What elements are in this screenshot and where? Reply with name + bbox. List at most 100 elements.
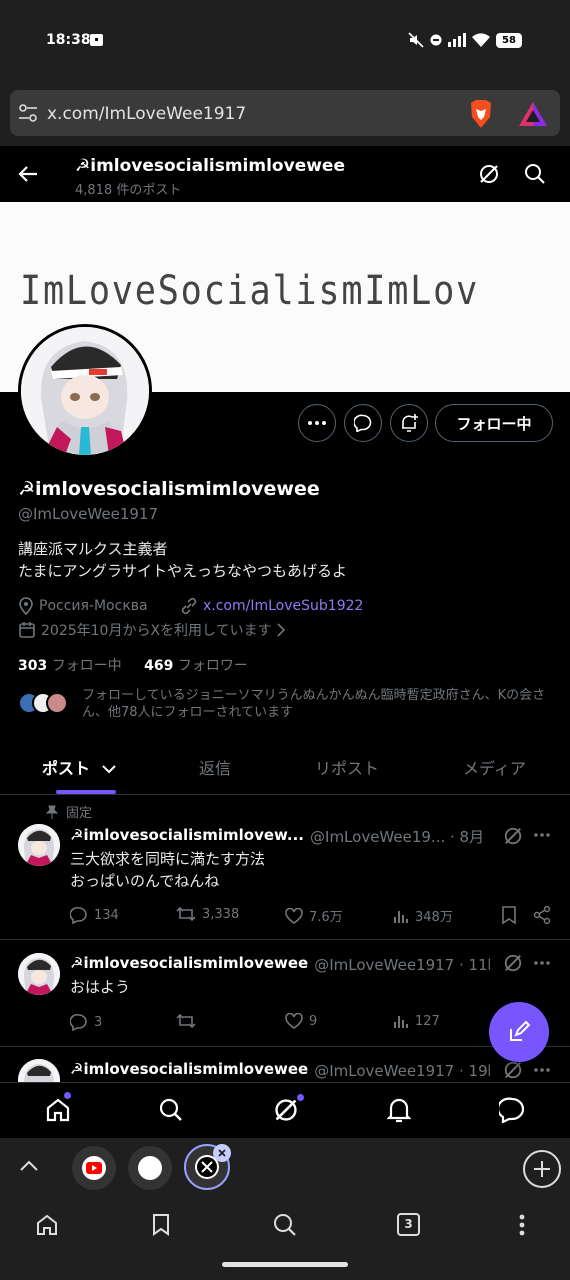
followers-link[interactable]: 469 フォロワー bbox=[144, 658, 248, 674]
back-arrow-icon[interactable] bbox=[18, 165, 38, 183]
following-button[interactable]: フォロー中 bbox=[435, 404, 553, 442]
messages-icon[interactable] bbox=[499, 1097, 525, 1123]
battery-icon: 58 bbox=[496, 32, 522, 48]
grok-icon[interactable] bbox=[503, 826, 523, 846]
grok-badge bbox=[297, 1094, 304, 1101]
calendar-icon bbox=[19, 622, 35, 638]
status-time: 18:38 bbox=[46, 32, 91, 48]
post-meta[interactable]: @ImLoveWee1917 · 19時間 bbox=[314, 1060, 490, 1081]
followed-by-avatars[interactable] bbox=[18, 692, 74, 716]
post-avatar[interactable] bbox=[18, 824, 60, 866]
profile-avatar[interactable] bbox=[18, 324, 152, 458]
followers-count: 469 bbox=[144, 658, 174, 674]
profile-joined[interactable]: 2025年10月からXを利用しています bbox=[18, 620, 285, 640]
like-button[interactable]: 9 bbox=[285, 1013, 317, 1029]
more-dots-icon[interactable] bbox=[534, 1068, 550, 1072]
followed-by-text[interactable]: フォローしているジョニーソマリうんぬんかんぬん臨時暫定政府さん、Kの会さん、他7… bbox=[82, 687, 552, 721]
bell-icon[interactable] bbox=[387, 1097, 411, 1123]
more-options-button[interactable] bbox=[298, 404, 336, 442]
menu-dots-icon[interactable] bbox=[519, 1214, 525, 1236]
compose-icon bbox=[510, 1021, 530, 1041]
tab-posts[interactable]: ポスト bbox=[42, 755, 116, 779]
pinned-indicator: 固定 bbox=[46, 802, 92, 821]
link-icon bbox=[181, 597, 197, 615]
heart-icon bbox=[285, 907, 303, 924]
tab-switcher-button[interactable]: 3 bbox=[397, 1213, 420, 1236]
chat-bubble-icon bbox=[354, 414, 372, 432]
post-meta[interactable]: @ImLoveWee19... · 8月23日 bbox=[310, 826, 485, 847]
tab-replies[interactable]: 返信 bbox=[199, 755, 231, 779]
chevron-up-icon[interactable] bbox=[20, 1159, 38, 1171]
status-icons: 58 bbox=[408, 31, 522, 49]
url-text[interactable]: x.com/ImLoveWee1917 bbox=[47, 104, 246, 124]
wifi-icon bbox=[472, 33, 490, 47]
views-button[interactable]: 348万 bbox=[393, 906, 453, 925]
site-settings-icon[interactable] bbox=[18, 104, 38, 122]
bookmark-icon[interactable] bbox=[501, 906, 517, 924]
brave-shields-icon[interactable] bbox=[467, 99, 495, 129]
notifications-subscribe-button[interactable] bbox=[390, 404, 428, 442]
reply-icon bbox=[70, 906, 87, 924]
grok-icon[interactable] bbox=[503, 1060, 523, 1080]
grok-icon[interactable] bbox=[503, 953, 523, 973]
share-icon[interactable] bbox=[533, 906, 551, 924]
post-author-name[interactable]: ☭imlovesocialismimlovew... bbox=[70, 826, 304, 847]
message-button[interactable] bbox=[344, 404, 382, 442]
post-header: ☭imlovesocialismimlovew... @ImLoveWee19.… bbox=[70, 826, 485, 847]
post-author-name[interactable]: ☭imlovesocialismimlovewee bbox=[70, 954, 308, 975]
post-meta[interactable]: @ImLoveWee1917 · 11時間 bbox=[314, 954, 490, 975]
more-dots-icon[interactable] bbox=[534, 961, 550, 965]
notification-app-icon: ▪ bbox=[90, 34, 103, 46]
compose-post-button[interactable] bbox=[489, 1002, 549, 1062]
profile-website[interactable]: x.com/ImLoveSub1922 bbox=[180, 597, 363, 615]
followers-label: フォロワー bbox=[177, 658, 248, 674]
browser-home-icon[interactable] bbox=[36, 1214, 58, 1236]
bell-plus-icon bbox=[402, 414, 418, 432]
more-dots-icon[interactable] bbox=[534, 833, 550, 837]
chevron-right-icon bbox=[277, 623, 285, 637]
post-header: ☭imlovesocialismimlovewee @ImLoveWee1917… bbox=[70, 1060, 490, 1081]
chevron-down-icon bbox=[101, 765, 116, 774]
post-body[interactable]: おはよう bbox=[70, 976, 130, 998]
bio-line: 講座派マルクス主義者 bbox=[18, 540, 168, 558]
post-text-line: おはよう bbox=[70, 978, 131, 996]
blank-favicon-icon bbox=[138, 1156, 162, 1180]
views-button[interactable]: 127 bbox=[393, 1013, 440, 1029]
profile-bio: 講座派マルクス主義者 たまにアングラサイトやえっちなやつもあげるよ bbox=[18, 538, 347, 582]
search-icon[interactable] bbox=[159, 1098, 183, 1122]
joined-text: 2025年10月からXを利用しています bbox=[41, 623, 272, 639]
home-icon[interactable] bbox=[45, 1097, 71, 1123]
reply-count: 134 bbox=[94, 907, 119, 923]
search-icon[interactable] bbox=[524, 163, 546, 185]
search-icon[interactable] bbox=[273, 1213, 297, 1237]
repost-button[interactable]: 3,338 bbox=[176, 906, 239, 922]
post-body[interactable]: 三大欲求を同時に満たす方法 おっぱいのんでねんね bbox=[70, 848, 265, 892]
following-link[interactable]: 303 フォロー中 bbox=[18, 658, 122, 674]
signal-icon bbox=[448, 33, 466, 47]
post-item[interactable]: ☭imlovesocialismimlovewee @ImLoveWee1917… bbox=[0, 1047, 570, 1082]
reply-button[interactable]: 134 bbox=[70, 906, 119, 924]
post-avatar[interactable] bbox=[18, 1059, 60, 1082]
header-name: ☭imlovesocialismimlovewee bbox=[75, 156, 345, 176]
grok-icon[interactable] bbox=[273, 1097, 299, 1123]
browser-tab-youtube[interactable] bbox=[72, 1146, 116, 1190]
post-avatar[interactable] bbox=[18, 953, 60, 995]
tab-reposts[interactable]: リポスト bbox=[315, 755, 379, 779]
profile-name: ☭imlovesocialismimlovewee bbox=[18, 478, 320, 500]
reply-icon bbox=[70, 1013, 87, 1031]
website-link[interactable]: x.com/ImLoveSub1922 bbox=[203, 598, 363, 614]
browser-tab-blank[interactable] bbox=[128, 1146, 172, 1190]
grok-icon[interactable] bbox=[478, 163, 500, 185]
post-text-line: 三大欲求を同時に満たす方法 bbox=[70, 850, 266, 868]
bookmark-icon[interactable] bbox=[152, 1214, 170, 1236]
close-tab-button[interactable] bbox=[213, 1144, 231, 1162]
repost-button[interactable] bbox=[176, 1013, 202, 1029]
tab-media[interactable]: メディア bbox=[463, 755, 526, 779]
post-author-name[interactable]: ☭imlovesocialismimlovewee bbox=[70, 1060, 308, 1081]
new-tab-button[interactable] bbox=[523, 1150, 561, 1188]
profile-location: Россия-Москва bbox=[18, 597, 148, 615]
reply-button[interactable]: 3 bbox=[70, 1013, 102, 1031]
home-badge bbox=[64, 1092, 71, 1099]
like-button[interactable]: 7.6万 bbox=[285, 906, 343, 925]
brave-rewards-icon[interactable] bbox=[518, 101, 548, 127]
